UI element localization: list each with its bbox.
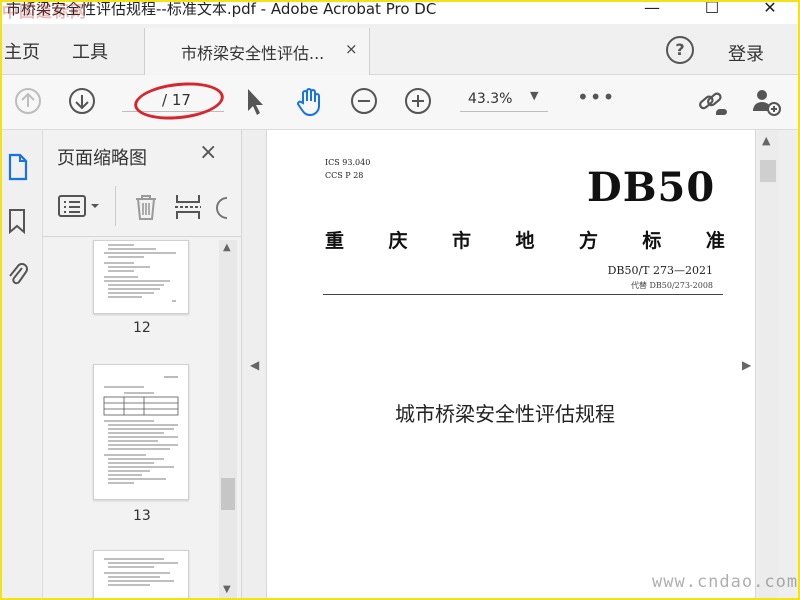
standard-type-title: 重 庆 市 地 方 标 准 [325, 226, 725, 253]
collapse-right-panel-icon[interactable]: ▶ [742, 358, 751, 372]
document-main-title: 城市桥梁安全性评估规程 [395, 402, 615, 426]
page-thumbnail-14[interactable] [93, 550, 189, 598]
ics-code: ICS 93.040 [325, 158, 371, 167]
page-thumbnail-content [103, 376, 179, 484]
ccs-code: CCS P 28 [325, 171, 364, 180]
thumbnail-toolbar [43, 180, 241, 237]
title-char: 准 [705, 230, 725, 252]
document-tab-label: 市桥梁安全性评估... [181, 44, 325, 63]
title-char: 重 [325, 230, 345, 252]
title-char: 方 [578, 230, 598, 252]
maximize-button[interactable]: ☐ [692, 2, 732, 17]
scroll-up-icon[interactable]: ▲ [762, 134, 770, 147]
thumbnail-panel-title: 页面缩略图 [57, 148, 147, 169]
help-icon[interactable]: ? [666, 36, 694, 64]
more-tools-button[interactable]: ••• [577, 85, 615, 109]
title-char: 庆 [388, 230, 408, 252]
standard-number: DB50/T 273—2021 [607, 264, 713, 277]
top-watermark: 中国道标网 [2, 2, 88, 21]
add-user-icon[interactable] [750, 87, 784, 121]
toolbar-divider [115, 186, 116, 226]
tab-tools[interactable]: 工具 [72, 38, 108, 64]
zoom-in-icon[interactable] [404, 87, 432, 119]
attachments-icon[interactable] [6, 260, 30, 294]
thumbnail-panel-close-button[interactable]: × [199, 140, 217, 165]
options-menu-icon[interactable] [57, 192, 103, 224]
collapse-left-panel-icon[interactable]: ◀ [250, 358, 259, 372]
thumbnail-scrollbar-handle[interactable] [221, 478, 235, 510]
zoom-select[interactable]: 43.3% ▼ [460, 89, 548, 112]
supersedes-note: 代替 DB50/273-2008 [630, 281, 713, 290]
thumbnail-page-label-12: 12 [133, 320, 151, 336]
annotation-ellipse [132, 78, 226, 124]
thumbnail-scrollbar[interactable]: ▲ ▼ [219, 240, 237, 598]
next-page-icon[interactable] [68, 87, 96, 119]
thumbnail-page-label-13: 13 [133, 508, 151, 524]
page-thumbnail-content [104, 244, 176, 302]
select-arrow-icon[interactable] [244, 87, 268, 121]
pdf-page: ICS 93.040 CCS P 28 DB50 重 庆 市 地 方 标 准 D… [266, 130, 756, 598]
delete-page-icon[interactable] [131, 192, 161, 226]
application-window: 市桥梁安全性评估规程--标准文本.pdf - Adobe Acrobat Pro… [0, 0, 800, 600]
share-link-icon[interactable] [696, 87, 730, 121]
title-bar: 市桥梁安全性评估规程--标准文本.pdf - Adobe Acrobat Pro… [2, 2, 798, 24]
scroll-up-icon[interactable]: ▲ [223, 242, 231, 253]
close-window-button[interactable]: ✕ [750, 2, 790, 17]
document-scrollbar[interactable]: ▲ [758, 130, 778, 598]
scroll-down-icon[interactable]: ▼ [223, 584, 231, 595]
thumbnail-panel: 页面缩略图 × 12 13 ▲ ▼ [43, 130, 242, 598]
title-char: 市 [451, 230, 471, 252]
tab-document[interactable]: 市桥梁安全性评估... × [144, 28, 370, 75]
document-tab-close-button[interactable]: × [345, 40, 358, 58]
document-view: ◀ ICS 93.040 CCS P 28 DB50 重 庆 市 地 方 标 准… [242, 130, 798, 598]
footer-watermark: www.cndao.com [652, 572, 799, 592]
bookmarks-icon[interactable] [6, 206, 30, 240]
zoom-out-icon[interactable] [350, 87, 378, 119]
hand-tool-icon[interactable] [294, 87, 324, 121]
chevron-down-icon: ▼ [530, 89, 539, 102]
zoom-value: 43.3% [468, 91, 513, 107]
page-thumbnail-12[interactable] [93, 240, 189, 314]
page-thumbnail-content [104, 558, 178, 586]
header-rule [323, 294, 723, 295]
previous-page-icon[interactable] [14, 87, 42, 119]
title-char: 标 [642, 230, 662, 252]
tab-home[interactable]: 主页 [4, 38, 40, 64]
tab-bar: 主页 工具 市桥梁安全性评估... × ? 登录 [2, 24, 798, 75]
standard-code: DB50 [587, 164, 716, 211]
minimize-button[interactable]: — [632, 2, 672, 17]
insert-page-icon[interactable] [173, 192, 203, 226]
page-thumbnail-13[interactable] [93, 364, 189, 500]
title-char: 地 [515, 230, 535, 252]
navigation-rail [2, 130, 43, 598]
classification-codes: ICS 93.040 CCS P 28 [325, 156, 370, 182]
document-scrollbar-handle[interactable] [760, 160, 776, 182]
rotate-page-icon[interactable] [213, 194, 233, 226]
toolbar: / 17 43.3% ▼ ••• [2, 75, 798, 130]
page-thumbnails-icon[interactable] [6, 152, 30, 186]
login-button[interactable]: 登录 [728, 40, 764, 66]
